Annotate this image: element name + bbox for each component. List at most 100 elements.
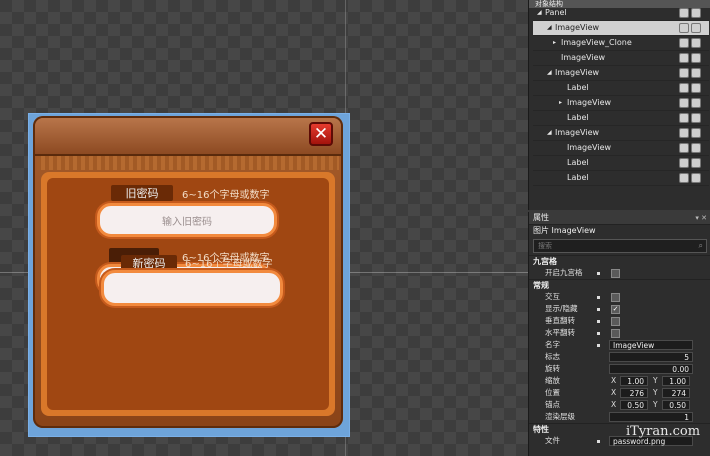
tree-item[interactable]: ◢ ImageView [533,21,709,36]
prop-file-label: 文件 [545,436,560,445]
expand-arrow-icon[interactable]: ◢ [537,6,542,20]
visibility-eye-icon[interactable] [679,98,689,108]
lock-icon[interactable] [691,128,701,138]
anchor-x-input[interactable]: 0.50 [620,400,648,410]
property-search-input[interactable]: 搜索 ⌕ [533,239,707,253]
tree-item[interactable]: Label [533,81,709,96]
tree-item-label: ImageView_Clone [561,38,632,47]
prop-position: 位置 X 276 Y 274 [529,387,710,399]
tree-item[interactable]: ◢ ImageView [533,126,709,141]
tree-item[interactable]: ▸ ImageView_Clone [533,36,709,51]
prop-name: 名字 ImageView [529,339,710,351]
prop-interact-label: 交互 [545,292,560,301]
flip-h-checkbox[interactable] [611,329,620,338]
visibility-eye-icon[interactable] [679,173,689,183]
tree-item-label: ImageView [555,68,600,77]
expand-arrow-icon[interactable]: ▸ [553,36,556,50]
new-password-label[interactable]: 新密码 [121,255,177,271]
search-placeholder: 搜索 [538,242,552,250]
password-dialog[interactable]: ✕ 旧密码 6~16个字母或数字 输入旧密码 6~16个字母或数字 新密码 6~… [33,116,343,428]
tree-item-label: ImageView [561,53,606,62]
anchor-y-input[interactable]: 0.50 [662,400,690,410]
hierarchy-tree: ◢ Panel ◢ ImageView ▸ ImageView_Clone ImageVie… [533,6,709,186]
visibility-eye-icon[interactable] [679,8,689,18]
rotation-input[interactable]: 0.00 [609,364,693,374]
prop-anchor-label: 锚点 [545,400,560,409]
prop-anchor: 锚点 X 0.50 Y 0.50 [529,399,710,411]
expand-arrow-icon[interactable]: ◢ [547,66,552,80]
pos-y-input[interactable]: 274 [662,388,690,398]
visibility-eye-icon[interactable] [679,68,689,78]
lock-icon[interactable] [691,23,701,33]
enable-nine-checkbox[interactable] [611,269,620,278]
lock-icon[interactable] [691,38,701,48]
visible-checkbox[interactable]: ✓ [611,305,620,314]
expand-arrow-icon[interactable]: ◢ [547,126,552,140]
tree-item[interactable]: ImageView [533,51,709,66]
flip-v-checkbox[interactable] [611,317,620,326]
lock-icon[interactable] [691,143,701,153]
lock-icon[interactable] [691,68,701,78]
interact-checkbox[interactable] [611,293,620,302]
prop-enable-nine-label: 开启九宫格 [545,268,583,277]
prop-visible-label: 显示/隐藏 [545,304,578,313]
search-icon[interactable]: ⌕ [699,240,703,252]
lock-icon[interactable] [691,158,701,168]
lock-icon[interactable] [691,113,701,123]
panel-pin-icon[interactable]: ▾ ✕ [695,212,707,224]
tree-item[interactable]: ◢ ImageView [533,66,709,81]
lock-icon[interactable] [691,53,701,63]
bullet-icon [597,332,600,335]
prop-interact: 交互 [529,291,710,303]
lock-icon[interactable] [691,173,701,183]
tree-item[interactable]: ImageView [533,141,709,156]
expand-arrow-icon[interactable]: ◢ [547,21,552,35]
lock-icon[interactable] [691,98,701,108]
new-password-hint: 6~16个字母或数字 [185,259,273,270]
visibility-eye-icon[interactable] [679,143,689,153]
prop-name-label: 名字 [545,340,560,349]
tree-item[interactable]: ◢ Panel [533,6,709,21]
prop-flip-v: 垂直翻转 [529,315,710,327]
bullet-icon [597,320,600,323]
visibility-eye-icon[interactable] [679,53,689,63]
dialog-decor-band [37,156,339,170]
prop-zorder: 渲染层级 1 [529,411,710,423]
scale-x-input[interactable]: 1.00 [620,376,648,386]
visibility-eye-icon[interactable] [679,113,689,123]
tree-item[interactable]: ▸ ImageView [533,96,709,111]
bullet-icon [597,296,600,299]
axis-x-label: X [611,388,617,397]
pos-x-input[interactable]: 276 [620,388,648,398]
name-input[interactable]: ImageView [609,340,693,350]
scale-y-input[interactable]: 1.00 [662,376,690,386]
close-button[interactable]: ✕ [309,122,333,146]
watermark: iTyran.com [626,424,701,439]
old-password-field[interactable]: 输入旧密码 [97,203,277,237]
tag-input[interactable]: 5 [609,352,693,362]
tree-item[interactable]: Label [533,111,709,126]
zorder-input[interactable]: 1 [609,412,693,422]
lock-icon[interactable] [691,83,701,93]
prop-tag-label: 标志 [545,352,560,361]
tree-item[interactable]: Label [533,171,709,186]
bullet-icon [597,344,600,347]
prop-rotation: 旋转 0.00 [529,363,710,375]
section-nine-slice[interactable]: 九宫格 [529,255,710,267]
expand-arrow-icon[interactable]: ▸ [559,96,562,110]
tree-item-label: Panel [545,8,567,17]
new-password-field[interactable] [101,270,283,306]
section-general[interactable]: 常规 [529,279,710,291]
bullet-icon [597,440,600,443]
visibility-eye-icon[interactable] [679,38,689,48]
scene-canvas[interactable]: ✕ 旧密码 6~16个字母或数字 输入旧密码 6~16个字母或数字 新密码 6~… [0,0,528,456]
visibility-eye-icon[interactable] [679,83,689,93]
lock-icon[interactable] [691,8,701,18]
prop-scale: 缩放 X 1.00 Y 1.00 [529,375,710,387]
tree-item[interactable]: Label [533,156,709,171]
old-password-label[interactable]: 旧密码 [111,185,173,201]
prop-flip-v-label: 垂直翻转 [545,316,575,325]
visibility-eye-icon[interactable] [679,23,689,33]
visibility-eye-icon[interactable] [679,158,689,168]
visibility-eye-icon[interactable] [679,128,689,138]
